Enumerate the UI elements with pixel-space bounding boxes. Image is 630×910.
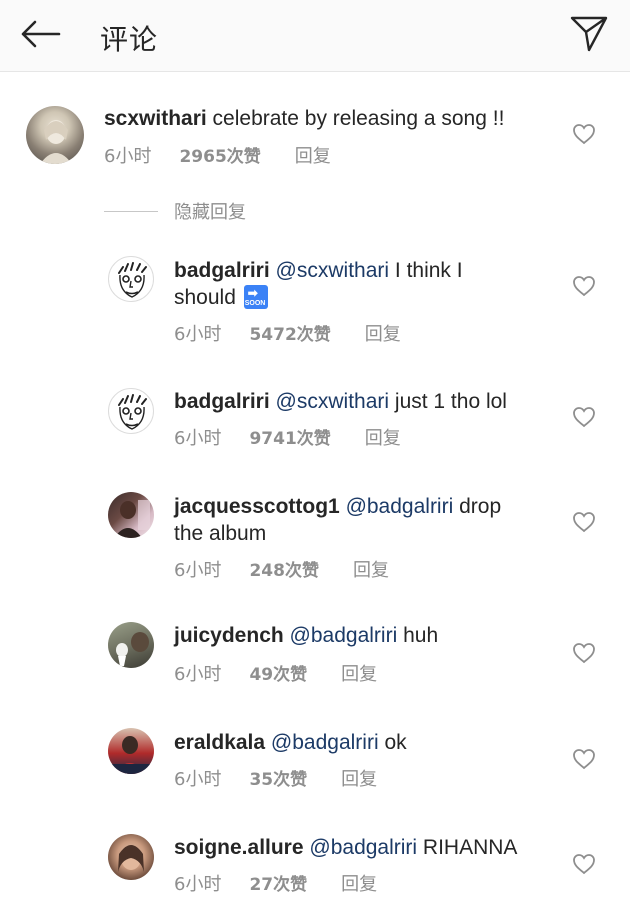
comment-text: celebrate by releasing a song !! (206, 107, 505, 130)
reply-text: ok (378, 731, 407, 754)
reply-likes[interactable]: 27次赞 (249, 875, 307, 895)
avatar[interactable] (108, 728, 154, 774)
reply-button[interactable]: 回复 (341, 874, 377, 895)
avatar[interactable] (108, 622, 154, 668)
reply-time: 6小时 (174, 428, 222, 449)
reply-username[interactable]: juicydench (174, 624, 284, 647)
heart-icon[interactable] (572, 642, 596, 664)
mention-link[interactable]: @scxwithari (276, 259, 390, 282)
reply-button[interactable]: 回复 (341, 664, 377, 685)
mention-link[interactable]: @scxwithari (276, 390, 390, 413)
mention-link[interactable]: @badgalriri (346, 495, 454, 518)
comment-time: 6小时 (104, 146, 152, 167)
heart-icon[interactable] (572, 275, 596, 297)
hide-replies-toggle[interactable]: 隐藏回复 (104, 198, 246, 224)
avatar[interactable] (108, 492, 154, 538)
reply-likes[interactable]: 49次赞 (249, 665, 307, 685)
mention-link[interactable]: @badgalriri (309, 836, 417, 859)
reply-text: RIHANNA (417, 836, 518, 859)
avatar[interactable] (108, 256, 154, 302)
reply-text: I think I (389, 259, 463, 282)
reply-likes[interactable]: 9741次赞 (249, 429, 330, 449)
reply-text: just 1 tho lol (389, 390, 507, 413)
reply-likes[interactable]: 35次赞 (249, 770, 307, 790)
reply-username[interactable]: badgalriri (174, 259, 270, 282)
reply-username[interactable]: eraldkala (174, 731, 265, 754)
reply-time: 6小时 (174, 874, 222, 895)
reply-button[interactable]: 回复 (341, 769, 377, 790)
top-bar: 评论 (0, 0, 630, 72)
page-title: 评论 (100, 23, 159, 56)
arrow-left-icon (21, 20, 61, 48)
reply-button[interactable]: 回复 (365, 428, 401, 449)
share-button[interactable] (566, 12, 612, 56)
reply-username[interactable]: badgalriri (174, 390, 270, 413)
heart-icon[interactable] (572, 123, 596, 145)
reply-text: huh (397, 624, 439, 647)
mention-link[interactable]: @badgalriri (290, 624, 398, 647)
hide-replies-label: 隐藏回复 (174, 202, 246, 223)
comment-username[interactable]: scxwithari (104, 107, 207, 130)
soon-arrow-emoji: ➡ SOON (243, 285, 268, 309)
reply-time: 6小时 (174, 560, 222, 581)
reply-text-line2: the album (174, 522, 267, 545)
heart-icon[interactable] (572, 748, 596, 770)
comment-likes[interactable]: 2965次赞 (179, 147, 260, 167)
heart-icon[interactable] (572, 406, 596, 428)
reply-button[interactable]: 回复 (365, 324, 401, 345)
reply-text-line2: should (174, 286, 236, 309)
paper-plane-icon (570, 16, 608, 52)
reply-likes[interactable]: 5472次赞 (249, 325, 330, 345)
back-button[interactable] (16, 14, 64, 54)
heart-icon[interactable] (572, 511, 596, 533)
avatar[interactable] (108, 388, 154, 434)
mention-link[interactable]: @badgalriri (271, 731, 379, 754)
avatar[interactable] (26, 106, 84, 164)
heart-icon[interactable] (572, 853, 596, 875)
reply-likes[interactable]: 248次赞 (249, 561, 319, 581)
avatar[interactable] (108, 834, 154, 880)
reply-username[interactable]: soigne.allure (174, 836, 304, 859)
reply-time: 6小时 (174, 769, 222, 790)
reply-time: 6小时 (174, 664, 222, 685)
reply-username[interactable]: jacquesscottog1 (174, 495, 340, 518)
divider-line (104, 210, 158, 212)
reply-text: drop (453, 495, 502, 518)
reply-time: 6小时 (174, 324, 222, 345)
reply-button[interactable]: 回复 (353, 560, 389, 581)
reply-button[interactable]: 回复 (295, 146, 331, 167)
